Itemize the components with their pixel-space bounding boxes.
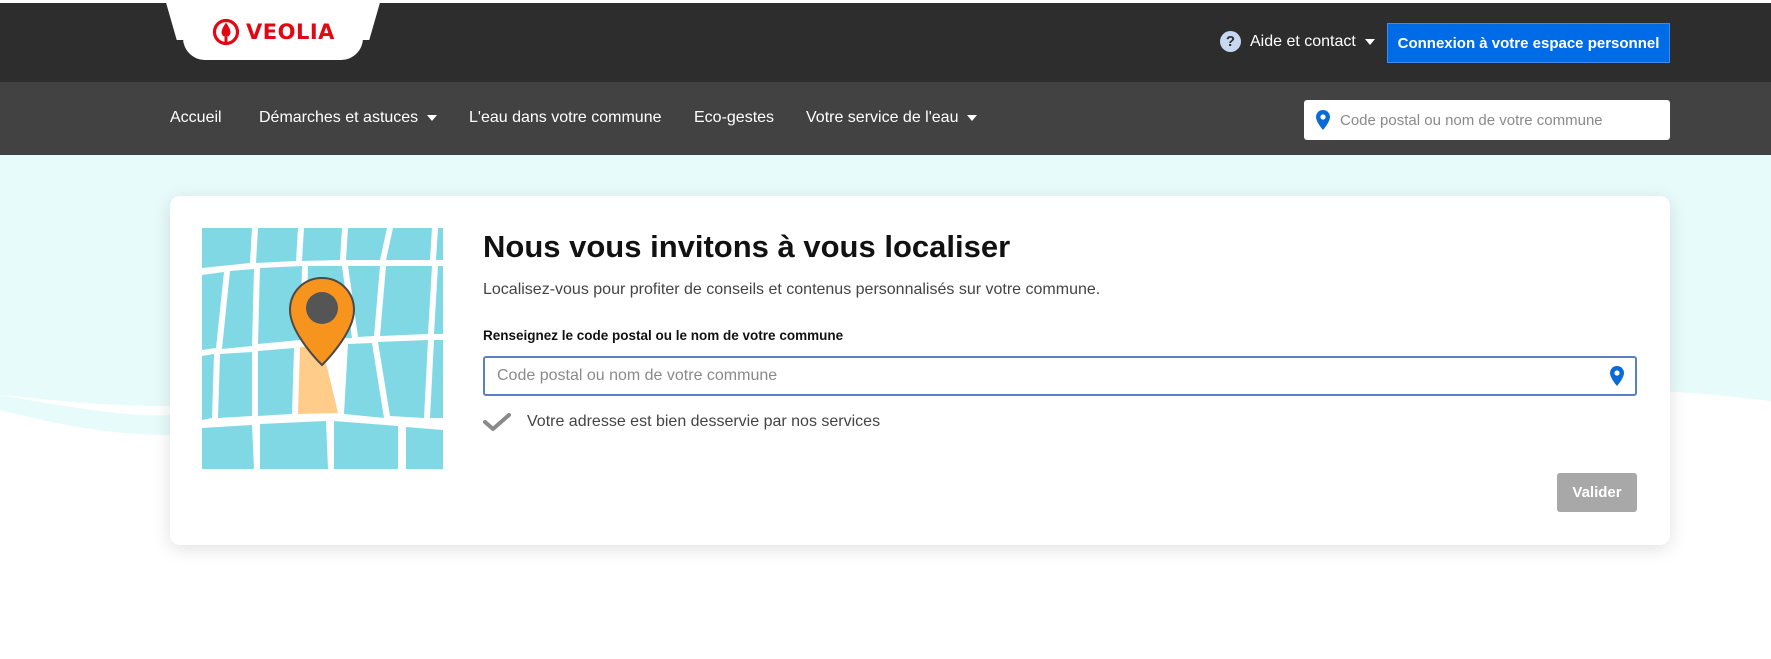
help-contact-menu[interactable]: ? Aide et contact [1220, 31, 1375, 52]
nav-item-eco-gestes[interactable]: Eco-gestes [694, 109, 774, 127]
nav-item-demarches[interactable]: Démarches et astuces [259, 109, 438, 127]
nav-item-label: Accueil [170, 109, 222, 126]
location-pin-icon [1316, 110, 1330, 130]
locate-title: Nous vous invitons à vous localiser [483, 229, 1011, 264]
nav-item-accueil[interactable]: Accueil [170, 109, 222, 127]
nav-item-eau-commune[interactable]: L'eau dans votre commune [469, 109, 662, 127]
page: VEOLIA ? Aide et contact Connexion à vot… [0, 0, 1771, 659]
nav-item-label: Eco-gestes [694, 109, 775, 126]
map-illustration [202, 228, 443, 469]
service-status: Votre adresse est bien desservie par nos… [483, 412, 880, 432]
location-input[interactable] [497, 367, 1587, 385]
location-field-label: Renseignez le code postal ou le nom de v… [483, 328, 844, 343]
submit-button[interactable]: Valider [1557, 473, 1637, 512]
help-icon: ? [1220, 31, 1241, 52]
nav-item-label: Démarches et astuces [259, 109, 419, 126]
logo-text: VEOLIA [246, 20, 335, 44]
chevron-down-icon [427, 115, 438, 121]
veolia-logo-icon [212, 18, 240, 46]
service-status-text: Votre adresse est bien desservie par nos… [527, 413, 881, 430]
help-contact-label: Aide et contact [1250, 32, 1356, 50]
nav-search-input[interactable] [1340, 111, 1640, 129]
location-field[interactable] [483, 356, 1637, 396]
veolia-logo[interactable]: VEOLIA [212, 18, 335, 46]
nav-item-label: L'eau dans votre commune [469, 109, 662, 126]
locate-subtitle: Localisez-vous pour profiter de conseils… [483, 281, 1101, 298]
nav-item-label: Votre service de l'eau [806, 109, 959, 126]
nav-item-service-eau[interactable]: Votre service de l'eau [806, 109, 978, 127]
checkmark-icon [483, 413, 511, 431]
login-button[interactable]: Connexion à votre espace personnel [1387, 23, 1670, 63]
nav-search-box[interactable] [1304, 100, 1670, 140]
chevron-down-icon [967, 115, 978, 121]
location-pin-icon[interactable] [1610, 366, 1624, 386]
chevron-down-icon [1364, 38, 1375, 45]
